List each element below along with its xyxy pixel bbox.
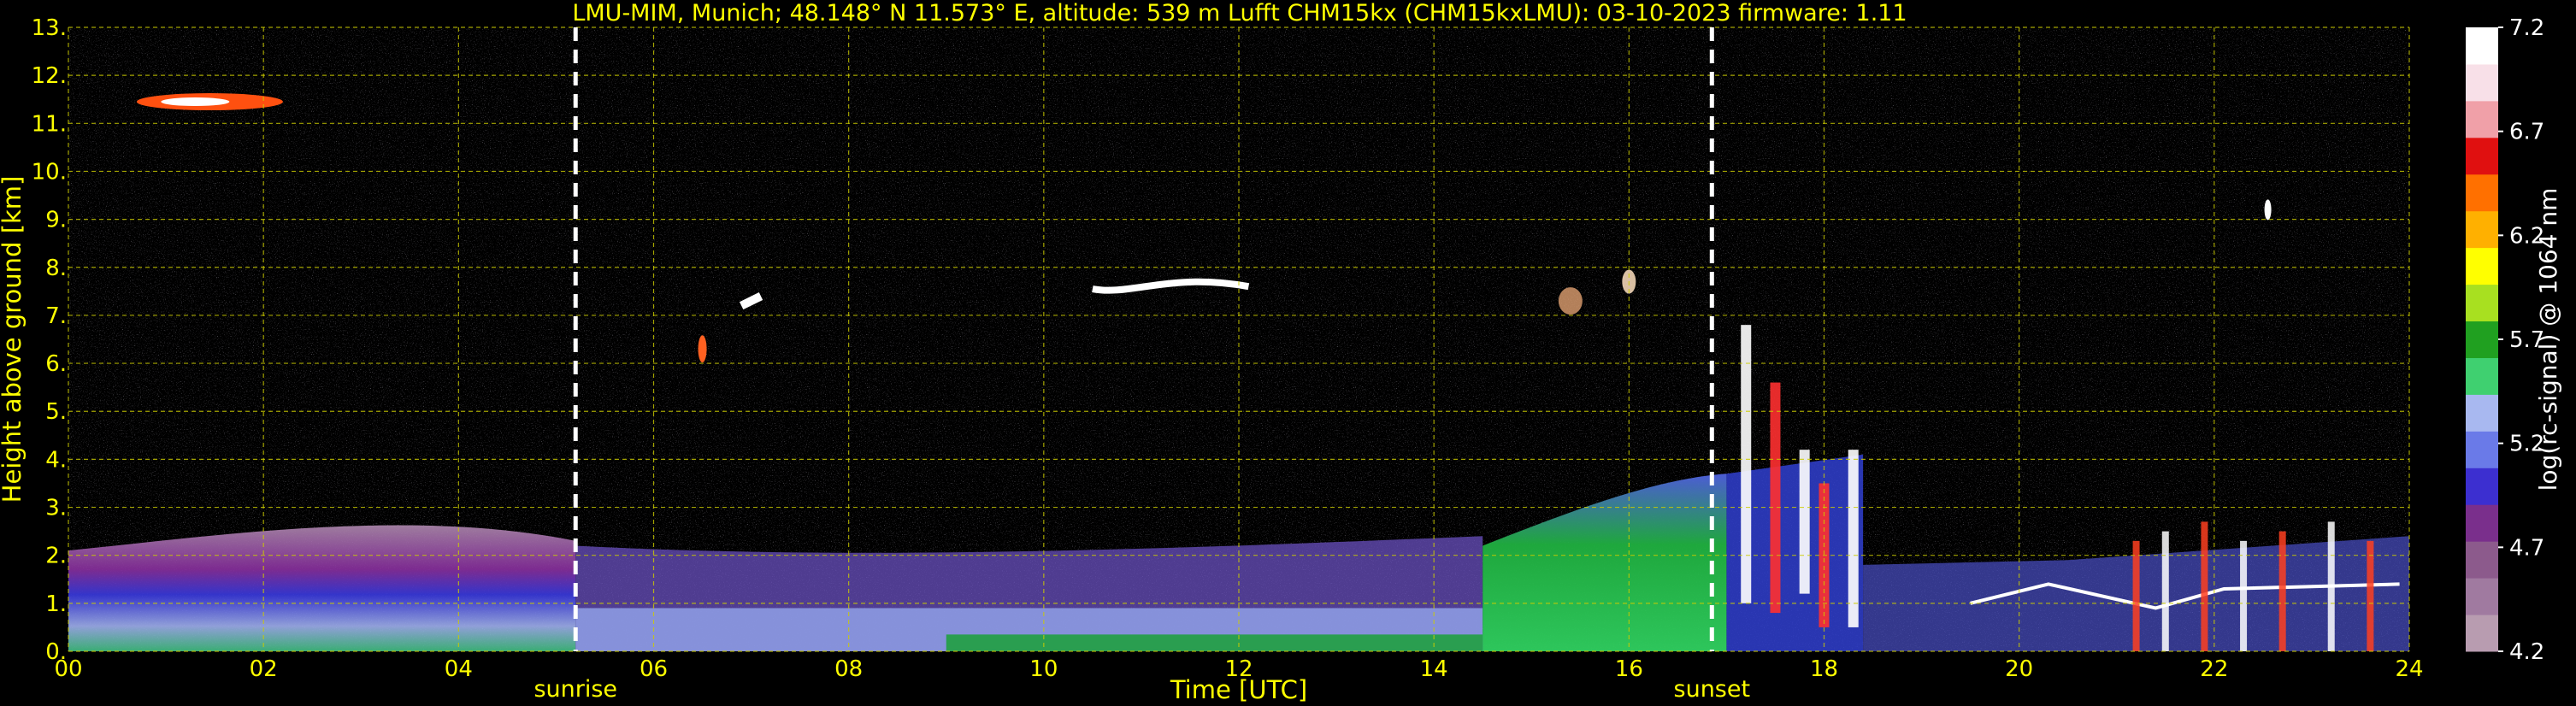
y-tick-label: 12. [32,63,67,89]
x-tick-label: 02 [250,656,278,682]
chart-title: LMU-MIM, Munich; 48.148° N 11.573° E, al… [572,0,1907,26]
x-tick-label: 00 [54,656,82,682]
signal-spike [2278,531,2286,651]
signal-spike [2327,521,2335,651]
x-tick-label: 22 [2200,656,2228,682]
colorbar-tick-label: 6.7 [2509,120,2544,145]
y-tick-label: 3. [45,496,67,521]
plot-area [68,26,2410,652]
colorbar-swatch [2466,137,2498,175]
y-tick-label: 9. [45,208,67,233]
colorbar-swatches [2466,27,2498,652]
small-cloud [698,335,707,363]
y-tick-label: 10. [32,159,67,185]
convective-tower [1799,450,1810,594]
colorbar-swatch [2466,468,2498,505]
y-tick-label: 8. [45,256,67,281]
signal-spike [2240,540,2248,651]
x-tick-label: 16 [1615,656,1643,682]
sunset-label: sunset [1674,676,1751,703]
colorbar-swatch [2466,357,2498,395]
colorbar-swatch [2466,210,2498,249]
y-tick-label: 13. [32,15,67,41]
signal-spike [2201,521,2208,651]
colorbar-swatch [2466,394,2498,432]
colorbar-swatch [2466,431,2498,468]
x-tick-label: 14 [1420,656,1448,682]
y-tick-label: 1. [45,591,67,617]
y-tick-label: 6. [45,351,67,377]
x-tick-label: 10 [1029,656,1058,682]
small-cloud [1558,287,1583,315]
surface-green [946,634,1483,651]
colorbar-swatch [2466,284,2498,322]
y-axis-label: Height above ground [km] [0,176,27,503]
colorbar-swatch [2466,27,2498,65]
small-cloud [2264,199,2272,221]
colorbar-label: log(rc-signal) @ 1064 nm [2534,188,2562,491]
sunrise-label: sunrise [533,676,617,703]
aerosol-layer [68,525,576,651]
x-tick-label: 06 [640,656,668,682]
x-tick-label: 18 [1810,656,1838,682]
x-tick-label: 24 [2395,656,2423,682]
colorbar-swatch [2466,541,2498,579]
convective-tower [1770,382,1781,614]
ceilometer-chart: 0.1.2.3.4.5.6.7.8.9.10.11.12.13. 00 02 04 0… [0,0,2562,704]
colorbar: 4.24.75.25.76.26.77.2 log(rc-signal) @ 1… [2466,15,2562,665]
colorbar-tick-label: 4.7 [2509,535,2544,561]
y-tick-labels: 0.1.2.3.4.5.6.7.8.9.10.11.12.13. [32,15,67,665]
colorbar-swatch [2466,615,2498,652]
colorbar-swatch [2466,504,2498,542]
event-labels: sunrise sunset [533,676,1750,703]
colorbar-swatch [2466,578,2498,615]
y-tick-label: 11. [32,111,67,137]
x-tick-label: 04 [445,656,473,682]
colorbar-swatch [2466,247,2498,285]
signal-spike [2161,531,2169,651]
y-tick-label: 5. [45,399,67,425]
y-tick-label: 2. [45,544,67,569]
x-axis-label: Time [UTC] [1170,675,1307,704]
convective-tower [1848,450,1859,627]
colorbar-tick-label: 4.2 [2509,639,2544,665]
colorbar-swatch [2466,174,2498,212]
signal-spike [2367,540,2374,651]
signal-spike [2132,540,2140,651]
x-tick-label: 20 [2005,656,2033,682]
y-tick-label: 7. [45,303,67,329]
colorbar-tick-label: 7.2 [2509,15,2544,41]
convective-tower [1741,325,1752,603]
colorbar-swatch [2466,100,2498,138]
x-tick-label: 08 [834,656,863,682]
cirrus-core [161,97,230,107]
colorbar-swatch [2466,321,2498,358]
y-tick-label: 4. [45,447,67,473]
colorbar-swatch [2466,63,2498,102]
